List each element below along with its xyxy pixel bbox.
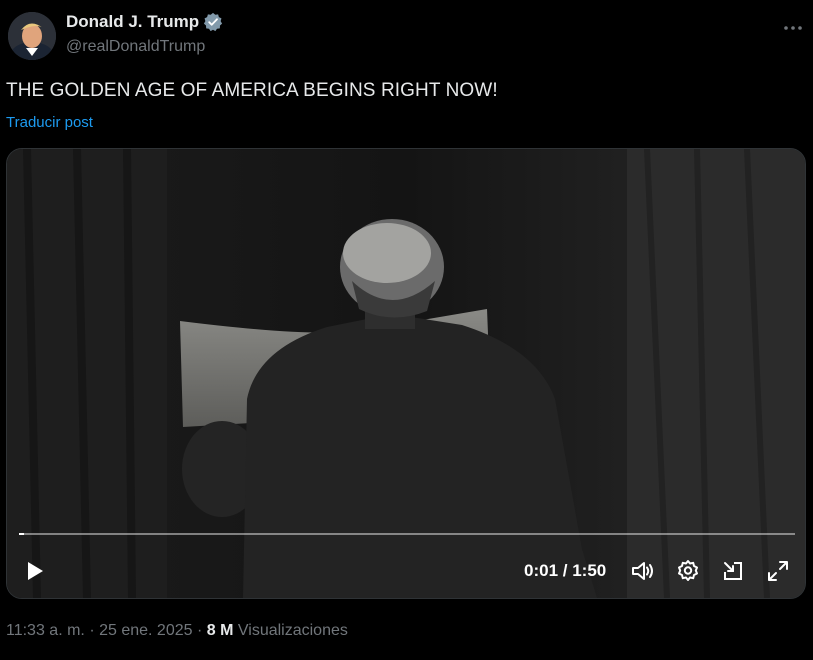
- views-label: Visualizaciones: [237, 622, 348, 639]
- play-icon[interactable]: [21, 557, 49, 585]
- meta-separator: ·: [89, 622, 95, 639]
- progress-bar[interactable]: [19, 533, 795, 535]
- post-text: THE GOLDEN AGE OF AMERICA BEGINS RIGHT N…: [6, 80, 498, 101]
- video-controls: 0:01 / 1:50: [7, 549, 805, 593]
- fullscreen-icon[interactable]: [764, 557, 792, 585]
- views-count: 8 M: [206, 622, 234, 639]
- author-names: Donald J. Trump @realDonaldTrump: [66, 10, 223, 56]
- time-separator: /: [558, 561, 573, 580]
- video-frame: [7, 149, 805, 598]
- verified-badge-icon[interactable]: [203, 12, 223, 32]
- post-timestamp[interactable]: 11:33 a. m.: [6, 622, 85, 639]
- post-meta: 11:33 a. m. · 25 ene. 2025 · 8 M Visuali…: [6, 622, 348, 640]
- video-time: 0:01 / 1:50: [524, 561, 606, 581]
- handle[interactable]: @realDonaldTrump: [66, 38, 223, 56]
- volume-icon[interactable]: [629, 557, 657, 585]
- progress-fill: [19, 533, 24, 535]
- more-icon[interactable]: [781, 16, 805, 40]
- post-date[interactable]: 25 ene. 2025: [99, 622, 192, 639]
- current-time: 0:01: [524, 561, 559, 580]
- duration: 1:50: [572, 561, 607, 580]
- settings-icon[interactable]: [674, 557, 702, 585]
- video-player[interactable]: 0:01 / 1:50: [6, 148, 806, 599]
- translate-link[interactable]: Traducir post: [6, 114, 93, 131]
- meta-separator: ·: [196, 622, 203, 639]
- pip-icon[interactable]: [719, 557, 747, 585]
- avatar[interactable]: [8, 12, 56, 60]
- display-name[interactable]: Donald J. Trump: [66, 12, 199, 32]
- post-header: Donald J. Trump @realDonaldTrump: [8, 8, 805, 64]
